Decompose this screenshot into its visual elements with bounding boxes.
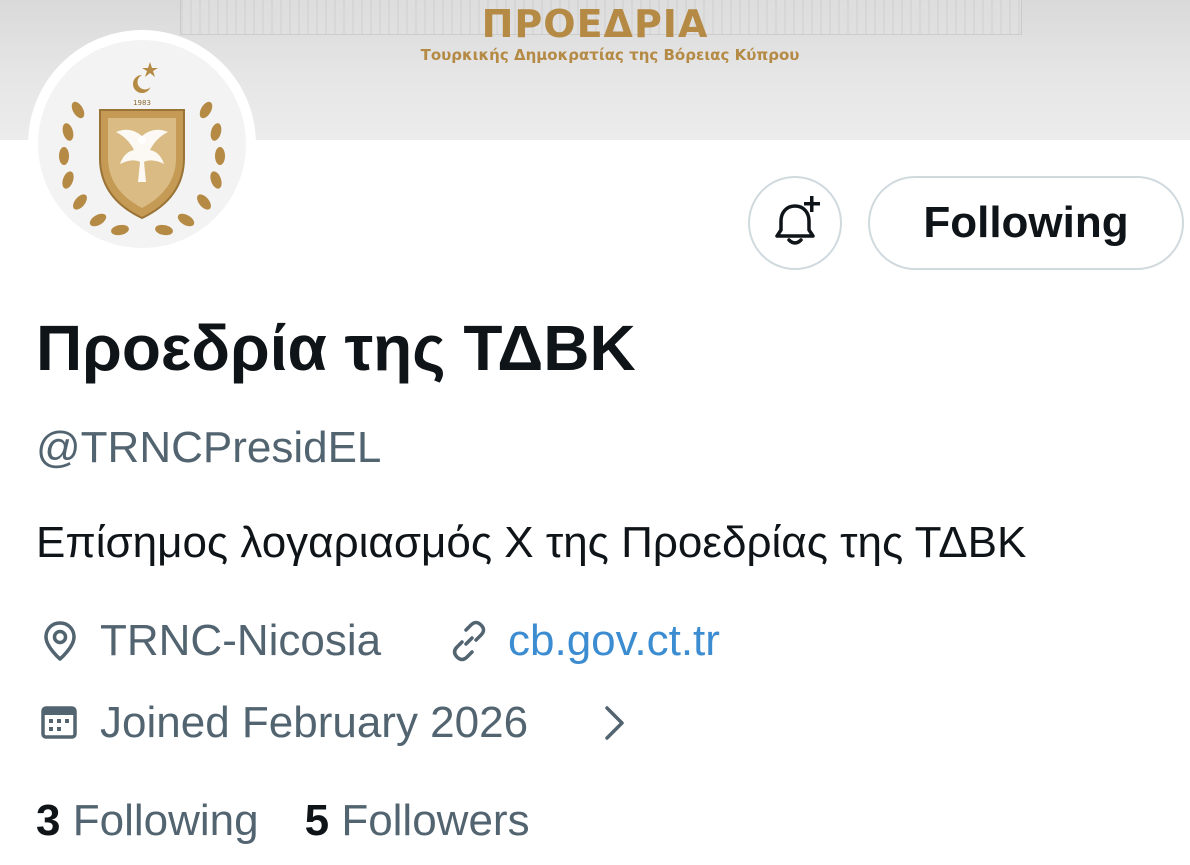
location-pin-icon: [44, 621, 76, 661]
svg-text:1983: 1983: [133, 99, 151, 107]
calendar-icon: [41, 706, 77, 739]
following-count: 3: [36, 796, 61, 845]
display-name: Προεδρία της ΤΔΒΚ: [36, 312, 636, 384]
chevron-right-icon: [605, 706, 624, 740]
bell-plus-icon: [775, 196, 820, 245]
followers-stat[interactable]: 5 Followers: [305, 796, 530, 845]
link-icon: [452, 620, 486, 662]
profile-page: ΠΡΟΕΔΡΙΑ Τουρκικής Δημοκρατίας της Βόρει…: [0, 0, 1190, 865]
website-link[interactable]: cb.gov.ct.tr: [508, 612, 720, 670]
location-text: TRNC-Nicosia: [100, 616, 382, 665]
following-label: Following: [72, 796, 259, 845]
profile-meta-location-link: TRNC-Nicosia cb.gov.ct.tr: [36, 612, 796, 670]
following-stat[interactable]: 3 Following: [36, 796, 259, 845]
notifications-toggle-button[interactable]: [748, 176, 842, 270]
profile-stats: 3 Following 5 Followers: [36, 792, 530, 850]
profile-bio: Επίσημος λογαριασμός X της Προεδρίας της…: [36, 518, 1027, 567]
coat-of-arms-emblem: 1983: [59, 62, 225, 236]
user-handle: @TRNCPresidEL: [36, 423, 382, 472]
followers-label: Followers: [341, 796, 530, 845]
followers-count: 5: [304, 796, 330, 845]
following-button[interactable]: Following: [868, 176, 1184, 270]
joined-date-row[interactable]: Joined February 2026: [36, 694, 676, 752]
avatar[interactable]: 1983: [28, 30, 256, 258]
joined-date: Joined February 2026: [100, 698, 529, 747]
